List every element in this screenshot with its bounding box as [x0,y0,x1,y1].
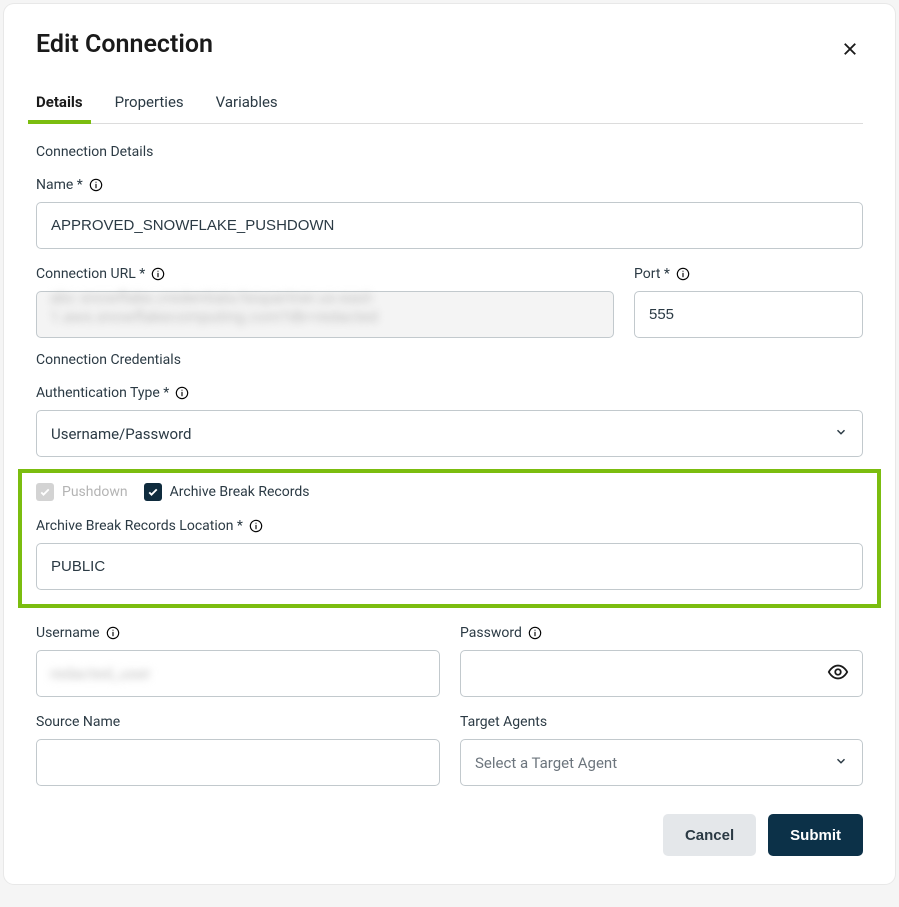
eye-icon[interactable] [827,661,849,687]
footer-actions: Cancel Submit [36,814,863,856]
port-input[interactable] [634,291,863,338]
section-connection-credentials: Connection Credentials [36,352,863,368]
info-icon[interactable] [106,626,120,640]
archive-highlight-box: Pushdown Archive Break Records Archive B… [18,469,881,608]
name-input[interactable] [36,202,863,249]
info-icon[interactable] [89,178,103,192]
cancel-button[interactable]: Cancel [663,814,756,856]
tab-details[interactable]: Details [36,83,83,123]
info-icon[interactable] [175,386,189,400]
target-agents-select[interactable]: Select a Target Agent [460,739,863,786]
tabs: Details Properties Variables [36,83,863,124]
source-name-label: Source Name [36,714,120,730]
connection-url-label: Connection URL * [36,266,145,282]
info-icon[interactable] [249,519,263,533]
target-agents-label: Target Agents [460,714,547,730]
source-name-input[interactable] [36,739,440,786]
port-label: Port * [634,266,670,282]
info-icon[interactable] [528,626,542,640]
password-label: Password [460,625,522,641]
info-icon[interactable] [151,267,165,281]
submit-button[interactable]: Submit [768,814,863,856]
archive-location-label: Archive Break Records Location * [36,518,243,534]
archive-break-records-checkbox[interactable]: Archive Break Records [144,483,310,501]
username-label: Username [36,625,100,641]
section-connection-details: Connection Details [36,144,863,160]
info-icon[interactable] [676,267,690,281]
chevron-down-icon [834,425,848,443]
pushdown-checkbox: Pushdown [36,483,128,501]
chevron-down-icon [834,754,848,772]
name-label: Name * [36,177,83,193]
modal-title: Edit Connection [36,30,863,59]
auth-type-select[interactable]: Username/Password [36,410,863,457]
edit-connection-modal: Edit Connection Details Properties Varia… [4,4,895,884]
password-input[interactable] [460,650,863,697]
close-icon[interactable] [841,40,859,62]
archive-location-input[interactable] [36,543,863,590]
tab-properties[interactable]: Properties [115,83,184,123]
auth-type-label: Authentication Type * [36,385,169,401]
tab-variables[interactable]: Variables [216,83,278,123]
